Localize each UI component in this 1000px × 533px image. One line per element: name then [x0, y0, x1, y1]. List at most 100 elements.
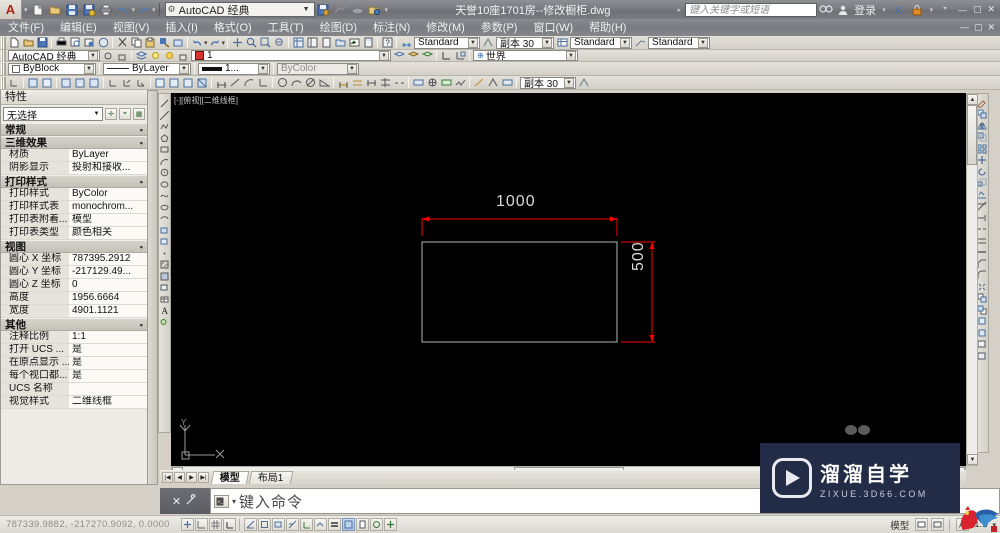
property-value[interactable]: monochrom... [69, 201, 147, 213]
collapse-icon[interactable]: ▪ [140, 319, 143, 331]
layer-match-icon[interactable] [421, 49, 434, 62]
scale-icon[interactable] [977, 178, 988, 189]
user-icon[interactable] [834, 1, 851, 18]
quick-view-layouts-icon[interactable] [914, 518, 928, 531]
vertical-scrollbar[interactable]: ▲ ▼ [966, 93, 978, 466]
property-value[interactable]: 是 [69, 357, 147, 369]
dim-textedit-icon[interactable] [487, 76, 500, 89]
property-value[interactable]: 模型 [69, 214, 147, 226]
menu-item-view[interactable]: 视图(V) [105, 20, 158, 36]
property-group-header[interactable]: 其他 ▪ [1, 318, 147, 331]
property-row[interactable]: 打印表类型 颜色相关 [1, 227, 147, 240]
dim-update-icon[interactable] [501, 76, 514, 89]
toolbar-grip[interactable] [1, 76, 6, 89]
dimension-text-height[interactable]: 500 [630, 241, 648, 271]
tab-prev-button[interactable]: ◀ [174, 472, 185, 483]
property-row[interactable]: 打印表附着... 模型 [1, 214, 147, 227]
ucs-xrotate-icon[interactable] [121, 76, 134, 89]
layer-combo[interactable]: 1 ▼ [191, 50, 391, 61]
collapse-icon[interactable]: ▪ [140, 176, 143, 188]
multileaderstyle-icon[interactable] [634, 36, 647, 49]
property-value[interactable]: -217129.49... [69, 266, 147, 278]
annotation-monitor-toggle[interactable] [383, 518, 397, 531]
tab-layout1[interactable]: 布局1 [248, 471, 293, 484]
tab-last-button[interactable]: ▶| [198, 472, 209, 483]
property-row[interactable]: 打印样式表 monochrom... [1, 201, 147, 214]
ucs-3point-icon[interactable] [107, 76, 120, 89]
property-value[interactable]: 二维线框 [69, 396, 147, 408]
tab-model[interactable]: 模型 [210, 471, 250, 484]
polygon-icon[interactable] [159, 133, 170, 144]
drawing-canvas[interactable]: [-][俯视][二维线框] 1000 500 Y [171, 93, 966, 466]
dim-diameter-icon[interactable] [304, 76, 317, 89]
property-row[interactable]: 打开 UCS ... 是 [1, 344, 147, 357]
designcenter-icon[interactable] [306, 36, 319, 49]
workspace-settings-icon[interactable] [102, 49, 115, 62]
array-icon[interactable] [977, 143, 988, 154]
open-icon[interactable] [47, 1, 64, 18]
ucs-move-icon[interactable] [182, 76, 195, 89]
line-icon[interactable] [159, 98, 170, 109]
arc-icon[interactable] [159, 156, 170, 167]
menu-item-modify[interactable]: 修改(M) [418, 20, 473, 36]
dimstyle-icon[interactable] [400, 36, 413, 49]
grid-display-toggle[interactable] [208, 518, 222, 531]
object-snap-tracking-toggle[interactable] [285, 518, 299, 531]
dim-edit-icon[interactable] [473, 76, 486, 89]
property-row[interactable]: 打印样式 ByColor [1, 188, 147, 201]
plot-icon[interactable] [55, 36, 68, 49]
stretch-icon[interactable] [977, 189, 988, 200]
space-indicator[interactable]: 模型 [887, 518, 912, 532]
3d-object-snap-toggle[interactable] [271, 518, 285, 531]
close-button[interactable]: ✕ [987, 4, 995, 15]
move-icon[interactable] [977, 155, 988, 166]
tab-next-button[interactable]: ▶ [186, 472, 197, 483]
tolerance-icon[interactable] [412, 76, 425, 89]
copy-object-icon[interactable] [977, 109, 988, 120]
explode-icon[interactable] [977, 281, 988, 292]
property-value[interactable]: ByLayer [69, 149, 147, 161]
toolbar-grip[interactable] [1, 62, 6, 75]
ucs-world-icon[interactable] [8, 76, 21, 89]
dim-break-icon[interactable] [393, 76, 406, 89]
blockeditor-icon[interactable] [172, 36, 185, 49]
vertical-scroll-thumb[interactable] [967, 105, 977, 165]
ellipse-arc-icon[interactable] [159, 213, 170, 224]
infocenter-caret-icon[interactable]: ▸ [678, 6, 686, 14]
ucs-zrotate-icon[interactable] [154, 76, 167, 89]
property-value[interactable]: 1956.6664 [69, 292, 147, 304]
cloud-icon[interactable] [349, 1, 366, 18]
security-lock-icon[interactable] [909, 1, 926, 18]
maximize-button[interactable]: ▢ [973, 4, 982, 15]
toolbar-grip[interactable] [1, 36, 6, 49]
scroll-down-button[interactable]: ▼ [967, 454, 978, 465]
layer-make-current-icon[interactable] [407, 49, 420, 62]
horizontal-dimension[interactable] [421, 216, 618, 237]
ucs-yrotate-icon[interactable] [135, 76, 148, 89]
save-icon[interactable] [64, 1, 81, 18]
menu-item-file[interactable]: 文件(F) [0, 20, 52, 36]
break-icon[interactable] [977, 235, 988, 246]
dim-jogline-icon[interactable] [454, 76, 467, 89]
chevron-down-icon[interactable]: ▼ [88, 51, 98, 60]
property-value[interactable]: 投射和接收... [69, 162, 147, 174]
trim-icon[interactable] [977, 201, 988, 212]
chevron-down-icon[interactable]: ▼ [620, 37, 631, 48]
property-group-header[interactable]: 三维效果 ▪ [1, 136, 147, 149]
property-value[interactable] [69, 383, 147, 395]
application-menu-button[interactable]: A [0, 0, 22, 19]
extend-icon[interactable] [977, 212, 988, 223]
chevron-down-icon[interactable]: ▼ [468, 37, 479, 48]
point-icon[interactable] [159, 248, 170, 259]
textstyle-icon[interactable] [482, 36, 495, 49]
menu-item-parametric[interactable]: 参数(P) [473, 20, 526, 36]
dynamic-ucs-toggle[interactable] [299, 518, 313, 531]
dim-aligned-icon[interactable] [229, 76, 242, 89]
ucs-combo[interactable]: ⊕ 世界 ▼ [473, 50, 578, 61]
dim-quick-icon[interactable] [337, 76, 350, 89]
dim-baseline-icon[interactable] [351, 76, 364, 89]
ucs-manager-icon[interactable] [454, 49, 467, 62]
dim-space-icon[interactable] [379, 76, 392, 89]
gradient-icon[interactable] [159, 271, 170, 282]
chevron-down-icon[interactable]: ▼ [179, 63, 189, 74]
